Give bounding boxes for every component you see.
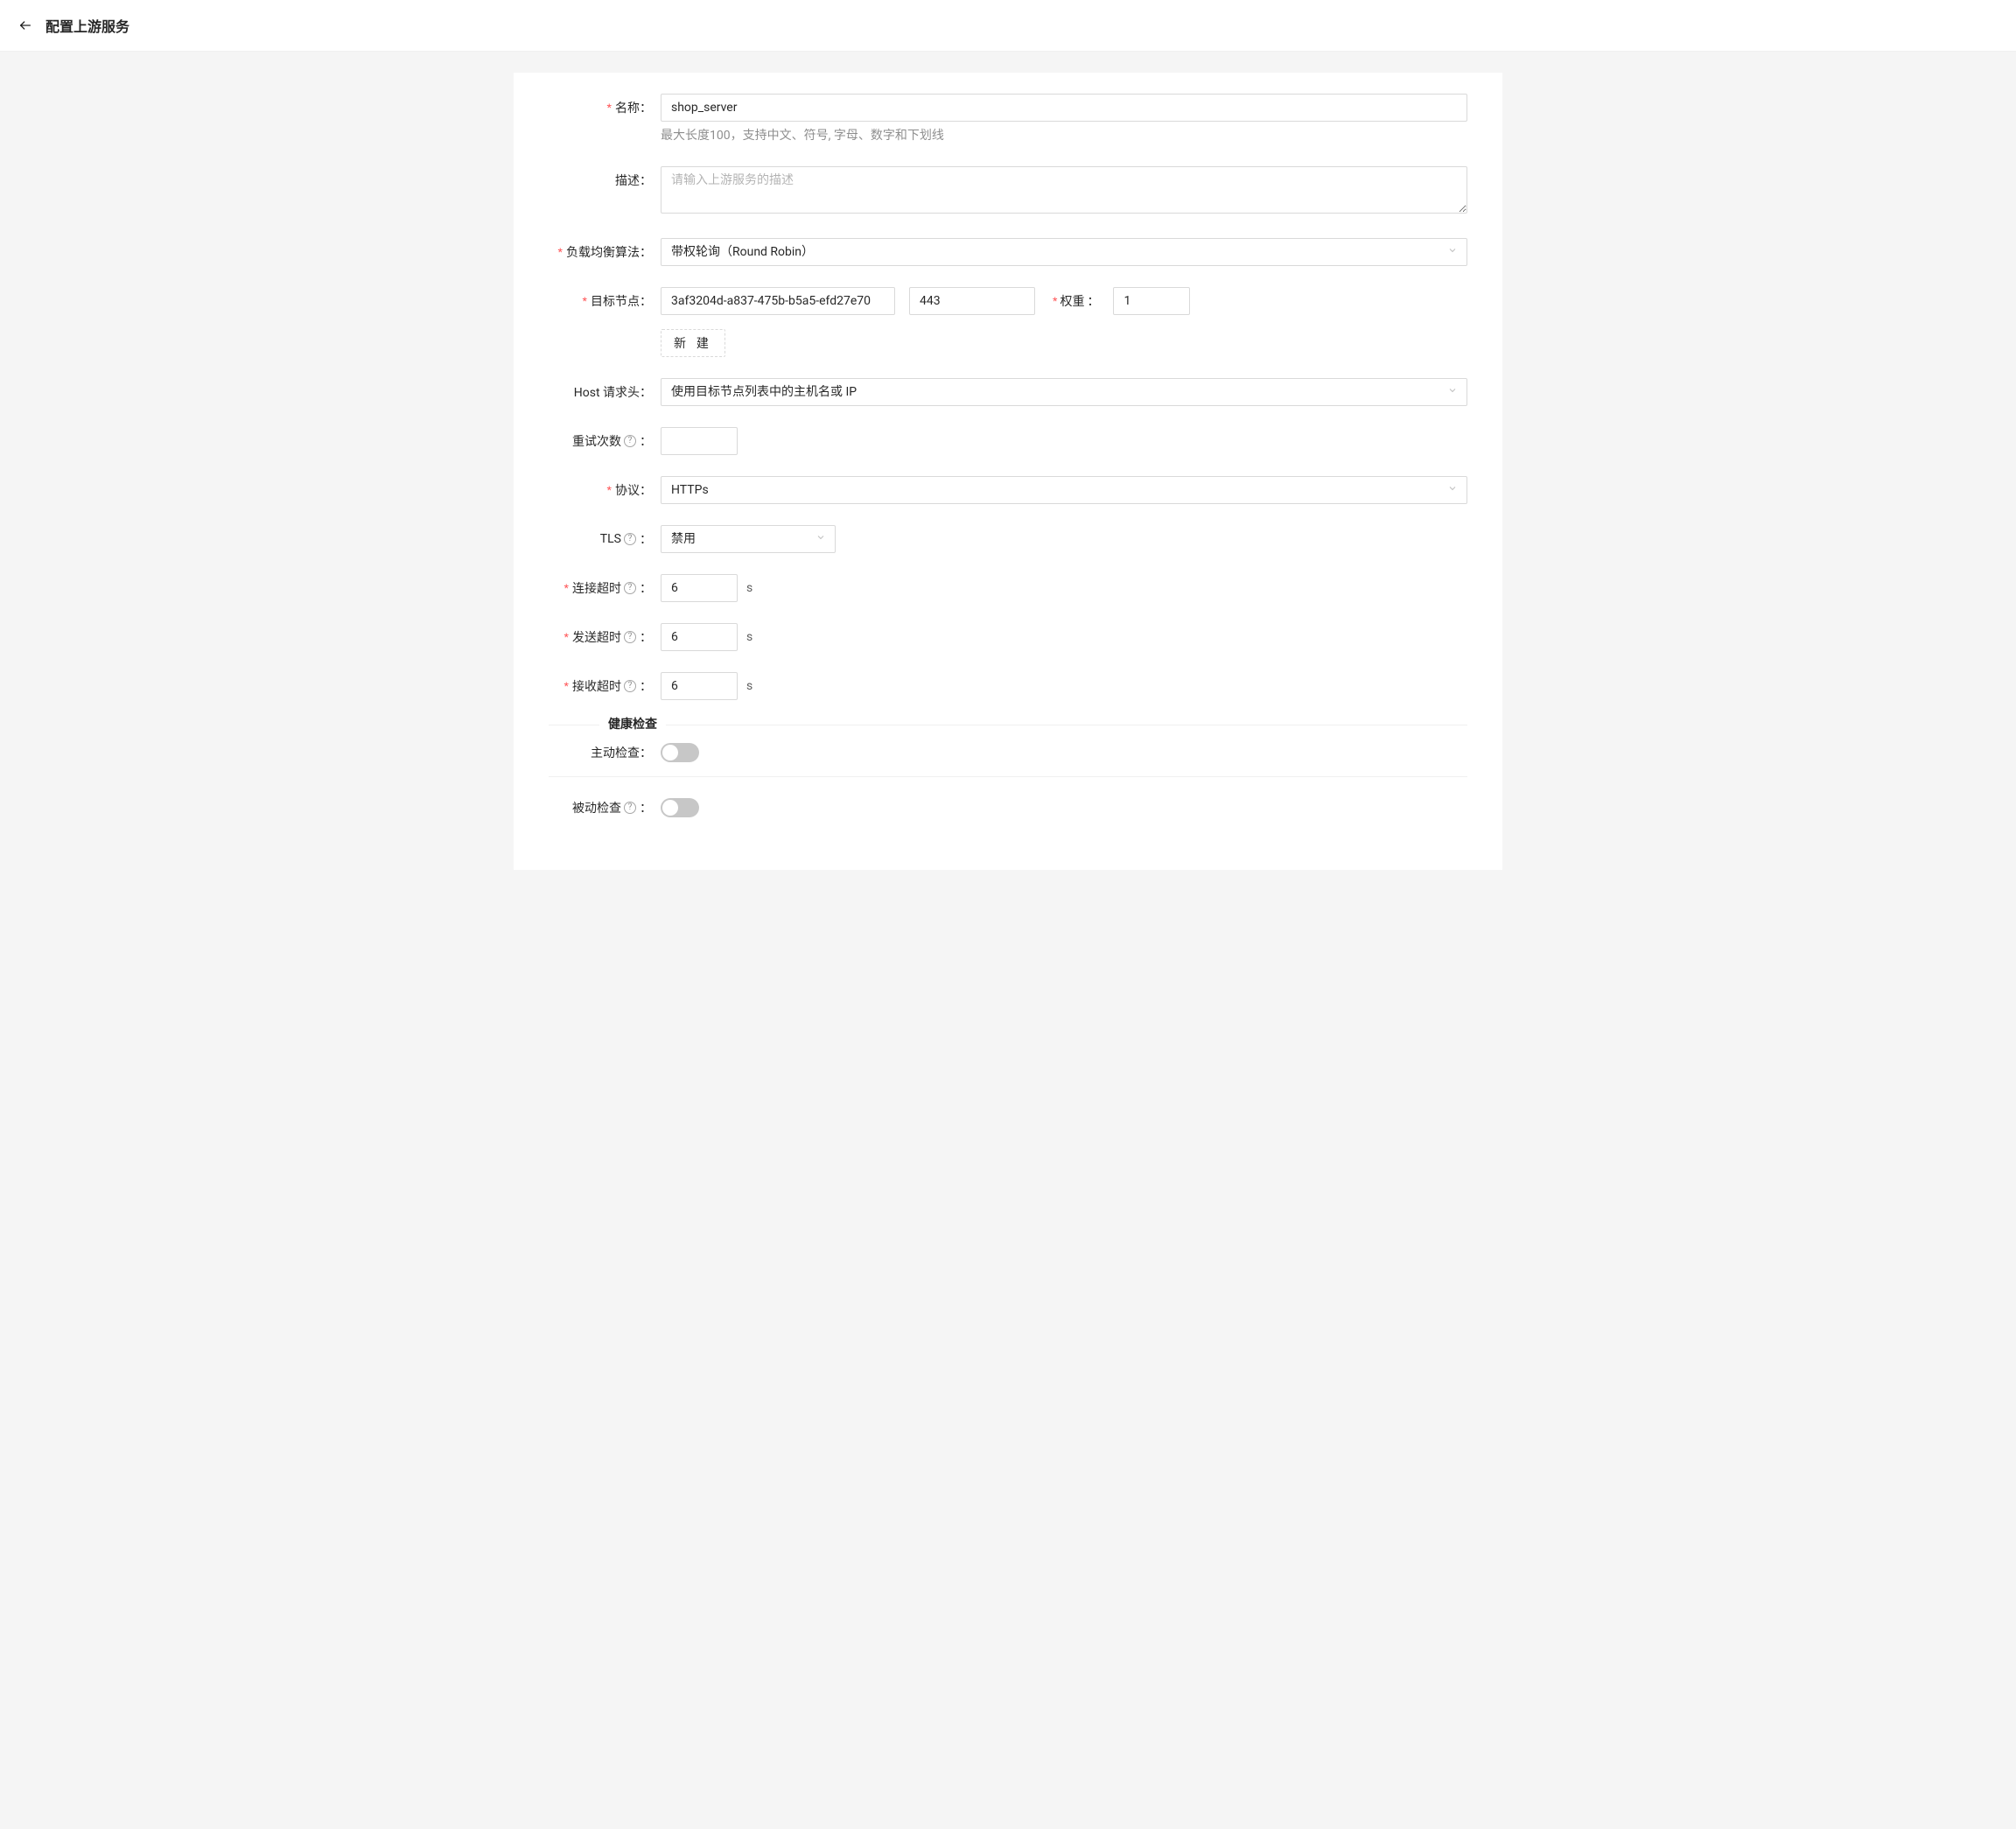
help-icon[interactable]: ? [624,533,636,545]
chevron-down-icon [816,530,826,548]
help-icon[interactable]: ? [624,582,636,594]
passive-check-switch[interactable] [661,798,699,817]
name-input[interactable] [661,94,1467,122]
help-icon[interactable]: ? [624,435,636,447]
chevron-down-icon [1447,243,1458,261]
description-textarea[interactable] [661,166,1467,214]
label-target: *目标节点： [549,287,661,310]
host-header-value: 使用目标节点列表中的主机名或 IP [671,383,857,401]
label-host-header: Host 请求头： [549,378,661,401]
chevron-down-icon [1447,383,1458,401]
protocol-value: HTTPs [671,481,709,499]
target-node-row: *权重： [661,287,1467,315]
label-retries: 重试次数 ? ： [549,427,661,450]
lb-algo-select[interactable]: 带权轮询（Round Robin） [661,238,1467,266]
lb-algo-value: 带权轮询（Round Robin） [671,243,814,261]
tls-select[interactable]: 禁用 [661,525,836,553]
connect-timeout-input[interactable] [661,574,738,602]
label-passive-check: 被动检查 ? ： [549,799,661,816]
label-name: *名称： [549,94,661,116]
label-recv-timeout: *接收超时 ? ： [549,672,661,695]
active-check-switch[interactable] [661,743,699,762]
label-protocol: *协议： [549,476,661,499]
target-port-input[interactable] [909,287,1035,315]
label-lb-algo: *负载均衡算法： [549,238,661,261]
unit-seconds: s [746,679,752,693]
label-active-check: 主动检查： [549,744,661,761]
protocol-select[interactable]: HTTPs [661,476,1467,504]
new-target-button[interactable]: 新 建 [661,329,725,357]
help-icon[interactable]: ? [624,631,636,643]
content-wrap: *名称： 最大长度100，支持中文、符号, 字母、数字和下划线 描述： [0,52,2016,891]
label-description: 描述： [549,166,661,189]
unit-seconds: s [746,630,752,644]
tls-value: 禁用 [671,530,696,548]
retries-input[interactable] [661,427,738,455]
host-header-select[interactable]: 使用目标节点列表中的主机名或 IP [661,378,1467,406]
name-help-text: 最大长度100，支持中文、符号, 字母、数字和下划线 [661,127,1467,145]
recv-timeout-input[interactable] [661,672,738,700]
back-arrow-icon[interactable] [18,18,33,33]
chevron-down-icon [1447,481,1458,499]
form-card: *名称： 最大长度100，支持中文、符号, 字母、数字和下划线 描述： [514,73,1502,870]
help-icon[interactable]: ? [624,680,636,692]
target-weight-input[interactable] [1113,287,1190,315]
page-header: 配置上游服务 [0,0,2016,52]
divider [549,776,1467,777]
unit-seconds: s [746,581,752,595]
target-host-input[interactable] [661,287,895,315]
page-title: 配置上游服务 [46,15,130,36]
health-check-title: 健康检查 [599,715,666,732]
label-tls: TLS ? ： [549,525,661,548]
help-icon[interactable]: ? [624,802,636,814]
send-timeout-input[interactable] [661,623,738,651]
label-connect-timeout: *连接超时 ? ： [549,574,661,597]
label-send-timeout: *发送超时 ? ： [549,623,661,646]
label-weight: *权重： [1049,292,1099,310]
